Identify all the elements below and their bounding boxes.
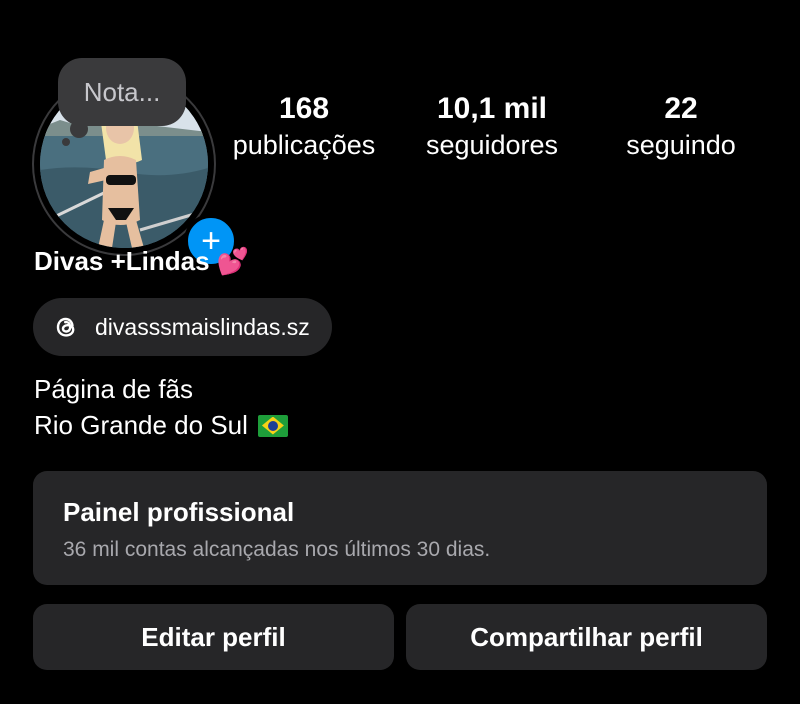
share-profile-button[interactable]: Compartilhar perfil xyxy=(406,604,767,670)
stat-posts[interactable]: 168 publicações xyxy=(222,92,386,161)
note-bubble-tail-small xyxy=(62,138,70,146)
edit-profile-button[interactable]: Editar perfil xyxy=(33,604,394,670)
stat-following[interactable]: 22 seguindo xyxy=(610,92,752,161)
two-hearts-emoji: 💕 xyxy=(216,246,250,276)
followers-count: 10,1 mil xyxy=(436,92,548,125)
bio-line-2: Rio Grande do Sul xyxy=(34,410,288,441)
bio-line-1: Página de fãs xyxy=(34,374,194,404)
followers-label: seguidores xyxy=(425,130,559,160)
threads-handle: divasssmaislindas.sz xyxy=(95,313,310,340)
profile-avatar-area: Nota... + xyxy=(22,42,238,268)
threads-icon xyxy=(51,312,81,342)
note-bubble[interactable]: Nota... xyxy=(58,58,186,126)
professional-dashboard-panel[interactable]: Painel profissional 36 mil contas alcanç… xyxy=(33,471,767,585)
bio-location: Rio Grande do Sul xyxy=(34,410,248,440)
threads-link-chip[interactable]: divasssmaislindas.sz xyxy=(33,298,332,356)
professional-dashboard-title: Painel profissional xyxy=(63,497,295,527)
following-count: 22 xyxy=(664,92,698,125)
following-label: seguindo xyxy=(626,130,736,160)
stat-followers[interactable]: 10,1 mil seguidores xyxy=(412,92,572,161)
profile-name: Divas +Lindas 💕 xyxy=(34,246,249,277)
profile-name-text: Divas +Lindas xyxy=(34,246,210,276)
posts-label: publicações xyxy=(232,130,376,160)
posts-count: 168 xyxy=(278,92,330,125)
professional-dashboard-subtitle: 36 mil contas alcançadas nos últimos 30 … xyxy=(63,538,491,561)
brazil-flag-icon xyxy=(257,414,288,437)
note-placeholder: Nota... xyxy=(83,76,161,107)
